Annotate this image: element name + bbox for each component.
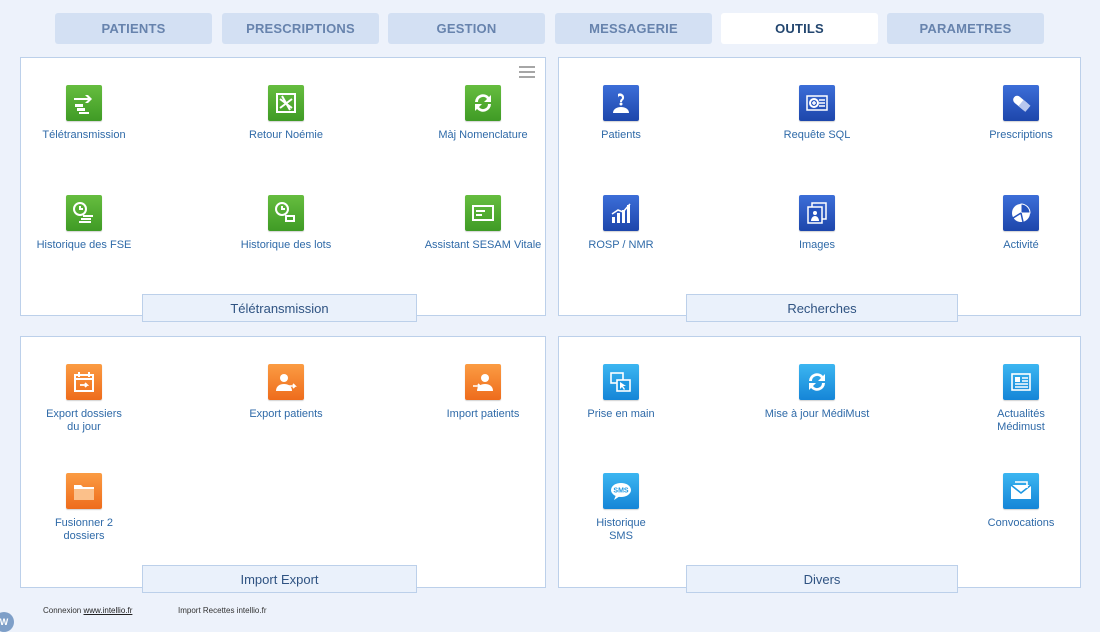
tile-export-dossiers-du-jour[interactable]: Export dossiers du jour <box>4 364 164 434</box>
tile-label: Requête SQL <box>783 129 851 141</box>
panel-title-recherches: Recherches <box>686 294 958 322</box>
remote-control-icon <box>603 364 639 400</box>
tab-patients[interactable]: PATIENTS <box>55 13 212 44</box>
tile-prise-en-main[interactable]: Prise en main <box>541 364 701 421</box>
panel-title-import-export: Import Export <box>142 565 417 593</box>
tile-label: Prescriptions <box>989 129 1053 141</box>
tile-label: Màj Nomenclature <box>438 129 528 141</box>
tile-import-patients[interactable]: Import patients <box>403 364 563 421</box>
tile-label: Images <box>798 239 836 251</box>
update-icon <box>799 364 835 400</box>
tile-label: Convocations <box>987 517 1055 529</box>
tile-assistant-sesam-vitale[interactable]: Assistant SESAM Vitale <box>403 195 563 252</box>
user-export-icon <box>268 364 304 400</box>
app-logo[interactable]: W <box>0 612 14 632</box>
tab-outils[interactable]: OUTILS <box>721 13 878 44</box>
tile-maj-nomenclature[interactable]: Màj Nomenclature <box>403 85 563 142</box>
sms-icon: SMS <box>603 473 639 509</box>
main-tabs: PATIENTS PRESCRIPTIONS GESTION MESSAGERI… <box>55 13 1045 45</box>
refresh-icon <box>465 85 501 121</box>
tile-label: Télétransmission <box>42 129 126 141</box>
panel-import-export: Export dossiers du jour Export patients … <box>20 336 546 593</box>
history-lots-icon <box>268 195 304 231</box>
tile-activite[interactable]: Activité <box>941 195 1100 252</box>
tile-mise-a-jour-medimust[interactable]: Mise à jour MédiMust <box>737 364 897 421</box>
connexion-label: Connexion <box>43 606 82 615</box>
tile-rosp-nmr[interactable]: ROSP / NMR <box>541 195 701 252</box>
tile-label: Export dossiers du jour <box>46 408 122 433</box>
calendar-export-icon <box>66 364 102 400</box>
tile-label: Historique des lots <box>240 239 332 251</box>
tile-patients[interactable]: Patients <box>541 85 701 142</box>
import-recettes-link[interactable]: Import Recettes intellio.fr <box>178 606 266 615</box>
tile-export-patients[interactable]: Export patients <box>206 364 366 421</box>
tile-requete-sql[interactable]: Requête SQL <box>737 85 897 142</box>
panel-title-teletransmission: Télétransmission <box>142 294 417 322</box>
panel-divers: Prise en main Mise à jour MédiMust Actua… <box>558 336 1081 593</box>
tile-label: Activité <box>1003 239 1039 251</box>
patient-search-icon <box>603 85 639 121</box>
tab-messagerie[interactable]: MESSAGERIE <box>555 13 712 44</box>
connexion-link[interactable]: www.intellio.fr <box>83 606 132 615</box>
tile-label: Assistant SESAM Vitale <box>424 239 542 251</box>
images-icon <box>799 195 835 231</box>
svg-text:SMS: SMS <box>613 488 629 495</box>
tile-label: ROSP / NMR <box>588 239 654 251</box>
news-icon <box>1003 364 1039 400</box>
tile-label: Actualités Médimust <box>997 408 1045 433</box>
tile-label: Patients <box>601 129 641 141</box>
noemie-icon <box>268 85 304 121</box>
folder-icon <box>66 473 102 509</box>
transmission-icon <box>66 85 102 121</box>
panel-title-divers: Divers <box>686 565 958 593</box>
sql-query-icon <box>799 85 835 121</box>
tile-historique-fse[interactable]: Historique des FSE <box>4 195 164 252</box>
tile-historique-lots[interactable]: Historique des lots <box>206 195 366 252</box>
tab-prescriptions[interactable]: PRESCRIPTIONS <box>222 13 379 44</box>
tile-label: Mise à jour MédiMust <box>764 408 870 420</box>
tile-teletransmission[interactable]: Télétransmission <box>4 85 164 142</box>
tile-label: Historique SMS <box>596 517 646 542</box>
bar-chart-icon <box>603 195 639 231</box>
panel-recherches: Patients Requête SQL Prescriptions ROSP … <box>558 57 1081 322</box>
card-icon <box>465 195 501 231</box>
tile-label: Prise en main <box>587 408 655 420</box>
tab-gestion[interactable]: GESTION <box>388 13 545 44</box>
tile-label: Export patients <box>249 408 323 420</box>
mail-icon <box>1003 473 1039 509</box>
tile-actualites-medimust[interactable]: Actualités Médimust <box>941 364 1100 434</box>
tile-retour-noemie[interactable]: Retour Noémie <box>206 85 366 142</box>
tile-images[interactable]: Images <box>737 195 897 252</box>
panel-teletransmission: Télétransmission Retour Noémie Màj Nomen… <box>20 57 546 322</box>
user-import-icon <box>465 364 501 400</box>
tile-label: Import patients <box>446 408 520 420</box>
tile-historique-sms[interactable]: SMS Historique SMS <box>541 473 701 543</box>
tab-parametres[interactable]: PARAMETRES <box>887 13 1044 44</box>
pie-chart-icon <box>1003 195 1039 231</box>
pill-icon <box>1003 85 1039 121</box>
menu-icon[interactable] <box>519 66 535 78</box>
tile-prescriptions[interactable]: Prescriptions <box>941 85 1100 142</box>
tile-fusionner-2-dossiers[interactable]: Fusionner 2 dossiers <box>4 473 164 543</box>
footer-connexion: Connexion www.intellio.fr <box>43 606 132 615</box>
tile-convocations[interactable]: Convocations <box>941 473 1100 530</box>
tile-label: Historique des FSE <box>36 239 132 251</box>
history-fse-icon <box>66 195 102 231</box>
tile-label: Retour Noémie <box>249 129 323 141</box>
tile-label: Fusionner 2 dossiers <box>54 517 114 542</box>
